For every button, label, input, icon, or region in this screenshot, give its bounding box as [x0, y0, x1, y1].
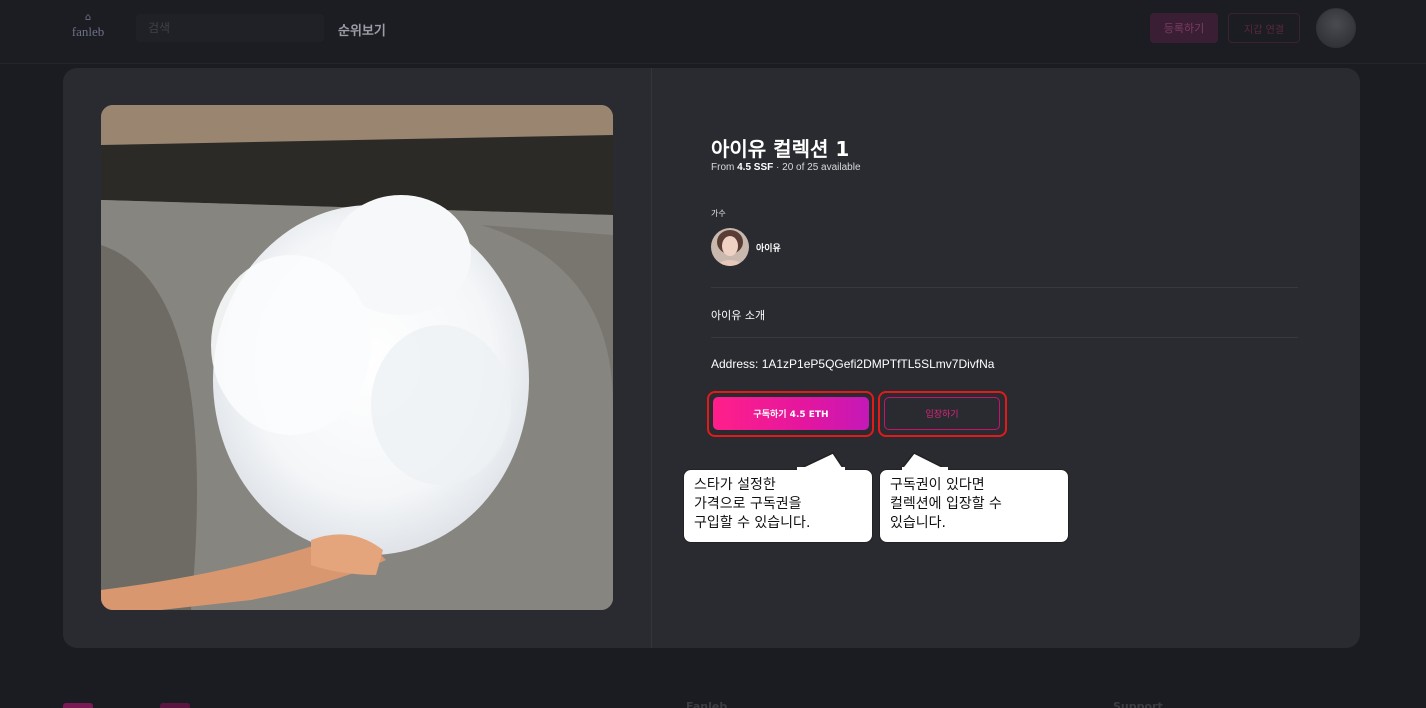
artist-intro: 아이유 소개 — [711, 309, 766, 322]
artist-avatar[interactable] — [711, 228, 749, 266]
enter-callout: 구독권이 있다면 컬렉션에 입장할 수 있습니다. — [879, 469, 1069, 543]
collection-title: 아이유 컬렉션 1 — [711, 137, 850, 161]
footer-fanleb-heading: Fanleb — [686, 700, 728, 708]
footer-logo-icon — [63, 703, 93, 708]
artist-avatar-icon — [711, 228, 749, 266]
artist-label: 가수 — [711, 209, 726, 218]
artist-name[interactable]: 아이유 — [756, 241, 781, 254]
address-value: 1A1zP1eP5QGefi2DMPTfTL5SLmv7DivfNa — [761, 357, 995, 371]
collection-image — [101, 105, 613, 610]
user-avatar-icon[interactable] — [1316, 8, 1356, 48]
register-button[interactable]: 등록하기 — [1150, 13, 1218, 43]
card-divider — [651, 68, 652, 648]
footer-logo-icon — [160, 703, 190, 708]
subscribe-callout: 스타가 설정한 가격으로 구독권을 구입할 수 있습니다. — [683, 469, 873, 543]
fanleb-logo[interactable]: ⌂ fanleb — [68, 12, 108, 46]
price-prefix: From — [711, 162, 738, 173]
subscribe-button[interactable]: 구독하기 4.5 ETH — [713, 397, 869, 430]
callout-tail-cover — [797, 467, 845, 471]
search-input[interactable] — [136, 14, 324, 42]
logo-text: fanleb — [71, 24, 105, 39]
availability-text: · 20 of 25 available — [773, 162, 861, 173]
logo-mark-icon: ⌂ — [84, 12, 92, 23]
top-nav: ⌂ fanleb 순위보기 등록하기 지갑 연결 — [0, 0, 1426, 64]
ranking-link[interactable]: 순위보기 — [338, 20, 386, 39]
footer-support-heading: Support — [1113, 700, 1163, 708]
contract-address: Address: 1A1zP1eP5QGefi2DMPTfTL5SLmv7Div… — [711, 357, 994, 371]
address-label: Address: — [711, 357, 762, 371]
divider — [711, 287, 1298, 288]
callout-tail-cover — [902, 467, 948, 471]
price-value: 4.5 SSF — [737, 162, 774, 173]
connect-wallet-button[interactable]: 지갑 연결 — [1228, 13, 1300, 43]
enter-button[interactable]: 입장하기 — [884, 397, 1000, 430]
cotton-candy-image — [101, 105, 613, 610]
price-availability: From 4.5 SSF · 20 of 25 available — [711, 162, 861, 173]
divider — [711, 337, 1298, 338]
